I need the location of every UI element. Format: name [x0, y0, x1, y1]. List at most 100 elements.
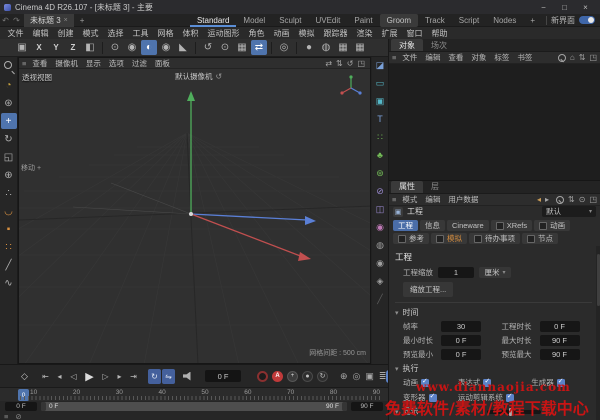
- point-mode[interactable]: ∴: [1, 185, 17, 201]
- om-popout-icon[interactable]: ◳: [589, 53, 597, 62]
- om-menu-item[interactable]: 查看: [444, 52, 467, 63]
- am-filter-icon[interactable]: ⇅: [568, 195, 575, 204]
- om-search-icon[interactable]: [555, 52, 566, 63]
- menu-item[interactable]: 网格: [153, 28, 178, 39]
- field-icon[interactable]: ⊘: [373, 184, 387, 198]
- viewport[interactable]: ≡ 查看摄像机显示选项过滤面板 ⇄⇅↺◳: [18, 57, 371, 364]
- spline-primitive-icon[interactable]: ▭: [373, 76, 387, 90]
- setting-tab-button[interactable]: 工程: [393, 220, 418, 231]
- rotate-tool[interactable]: ↻: [1, 131, 17, 147]
- layout-tab[interactable]: Nodes: [486, 14, 523, 27]
- viewport-menu-item[interactable]: 显示: [82, 58, 105, 69]
- document-tab[interactable]: 未标题 3 ×: [24, 14, 74, 27]
- setting-tab-button[interactable]: 模拟: [431, 233, 467, 244]
- am-lock-icon[interactable]: ⊙: [579, 195, 586, 204]
- play-forward-button[interactable]: ▸: [113, 369, 126, 384]
- om-home-icon[interactable]: ⌂: [570, 53, 575, 62]
- layout-tab[interactable]: UVEdit: [308, 14, 347, 27]
- am-menu-item[interactable]: 用户数据: [444, 194, 482, 205]
- list-mode-icon[interactable]: ≣: [379, 371, 387, 382]
- material-icon[interactable]: ╱: [373, 292, 387, 306]
- status-busy-icon[interactable]: ⊘: [15, 412, 21, 420]
- menu-item[interactable]: 角色: [244, 28, 269, 39]
- menu-item[interactable]: 工具: [128, 28, 153, 39]
- field-value[interactable]: 90 F: [540, 349, 580, 360]
- attribute-scrollbar[interactable]: [596, 246, 600, 420]
- spline-sketch-tool[interactable]: ∿: [1, 275, 17, 291]
- landscape-icon[interactable]: ▦: [335, 40, 351, 55]
- character-icon[interactable]: ◉: [373, 220, 387, 234]
- viewport-menu-item[interactable]: 面板: [151, 58, 174, 69]
- layout-tab[interactable]: Sculpt: [272, 14, 308, 27]
- generator-sphere-menu[interactable]: ◍: [318, 40, 334, 55]
- undo-icon[interactable]: ↶: [0, 16, 11, 25]
- set-keyframe-button[interactable]: ◇: [18, 369, 31, 384]
- record-rotation-button[interactable]: ↻: [317, 371, 328, 382]
- goto-end-button[interactable]: ⇥: [127, 369, 140, 384]
- target-icon[interactable]: ◎: [276, 40, 292, 55]
- menu-item[interactable]: 跟踪器: [319, 28, 352, 39]
- edge-mode[interactable]: ◡: [1, 203, 17, 219]
- am-search-icon[interactable]: [553, 194, 564, 205]
- next-frame-button[interactable]: ▷: [99, 369, 112, 384]
- maximize-button[interactable]: □: [554, 0, 575, 14]
- new-ui-toggle[interactable]: [579, 16, 595, 24]
- menu-item[interactable]: 选择: [103, 28, 128, 39]
- field-value[interactable]: 0 F: [441, 335, 481, 346]
- am-menu-item[interactable]: 编辑: [421, 194, 444, 205]
- timeline-ruler[interactable]: 0 102030405060708090: [0, 387, 388, 401]
- light-object-icon[interactable]: ◈: [373, 274, 387, 288]
- om-burger-icon[interactable]: ≡: [392, 53, 396, 62]
- project-scale-field[interactable]: 1: [438, 267, 474, 278]
- brush-tool[interactable]: ╱: [1, 257, 17, 273]
- am-forward-icon[interactable]: ▸: [545, 195, 549, 204]
- polygon-mode[interactable]: ▪: [1, 221, 17, 237]
- landscape-menu[interactable]: ▦: [352, 40, 368, 55]
- vp-maximize-icon[interactable]: ◳: [357, 59, 365, 68]
- execution-group-header[interactable]: ▾ 执行: [395, 363, 592, 374]
- om-menu-item[interactable]: 对象: [467, 52, 490, 63]
- setting-tab-button[interactable]: 动画: [534, 220, 570, 231]
- setting-tab-button[interactable]: Cineware: [447, 220, 489, 231]
- coord-system-icon[interactable]: ◧: [82, 40, 98, 55]
- menu-item[interactable]: 模式: [78, 28, 103, 39]
- loop-mode-button[interactable]: ↻: [148, 369, 161, 384]
- interactive-render-icon[interactable]: ◣: [175, 40, 191, 55]
- om-filter-icon[interactable]: ⇅: [579, 53, 586, 62]
- snap-time-icon[interactable]: ⊕: [340, 371, 348, 382]
- lock-y-axis[interactable]: Y: [48, 40, 64, 55]
- physical-sky-icon[interactable]: ◍: [373, 238, 387, 252]
- panel-tab[interactable]: 层: [423, 181, 447, 193]
- render-view-button[interactable]: ⊙: [107, 40, 123, 55]
- scale-project-button[interactable]: 缩放工程...: [403, 282, 453, 297]
- viewport-menu-item[interactable]: 查看: [28, 58, 51, 69]
- axis-modify-tool[interactable]: ⊕: [1, 167, 17, 183]
- tool-presets[interactable]: ⊛: [1, 95, 17, 111]
- move-tool[interactable]: +: [1, 113, 17, 129]
- menu-item[interactable]: 体积: [178, 28, 203, 39]
- viewport-canvas[interactable]: 透视视图 默认摄像机 ↺ 移动 + 网格间距 : 500 cm: [19, 69, 370, 363]
- panel-tab[interactable]: 对象: [391, 39, 423, 51]
- prev-frame-button[interactable]: ◁: [67, 369, 80, 384]
- workplane-icon[interactable]: ▦: [234, 40, 250, 55]
- filter-cube-icon[interactable]: ▣: [14, 40, 30, 55]
- close-tab-icon[interactable]: ×: [64, 17, 68, 24]
- setting-tab-button[interactable]: 节点: [522, 233, 558, 244]
- menu-item[interactable]: 渲染: [352, 28, 377, 39]
- cube-primitive-icon[interactable]: ▣: [373, 94, 387, 108]
- menu-item[interactable]: 窗口: [402, 28, 427, 39]
- lock-z-axis[interactable]: Z: [65, 40, 81, 55]
- menu-item[interactable]: 文件: [3, 28, 28, 39]
- toolbar-icon[interactable]: [271, 42, 272, 54]
- layout-tab[interactable]: Model: [236, 14, 272, 27]
- menu-item[interactable]: 创建: [53, 28, 78, 39]
- setting-tab-button[interactable]: 信息: [420, 220, 445, 231]
- am-back-icon[interactable]: ◂: [537, 195, 541, 204]
- viewport-burger-icon[interactable]: ≡: [22, 59, 26, 68]
- play-backward-button[interactable]: ◂: [53, 369, 66, 384]
- box-mode-icon[interactable]: ▣: [365, 371, 374, 382]
- menu-item[interactable]: 模拟: [294, 28, 319, 39]
- mograph-icon[interactable]: ♣: [373, 148, 387, 162]
- menu-item[interactable]: 动画: [269, 28, 294, 39]
- field-value[interactable]: 90 F: [540, 335, 580, 346]
